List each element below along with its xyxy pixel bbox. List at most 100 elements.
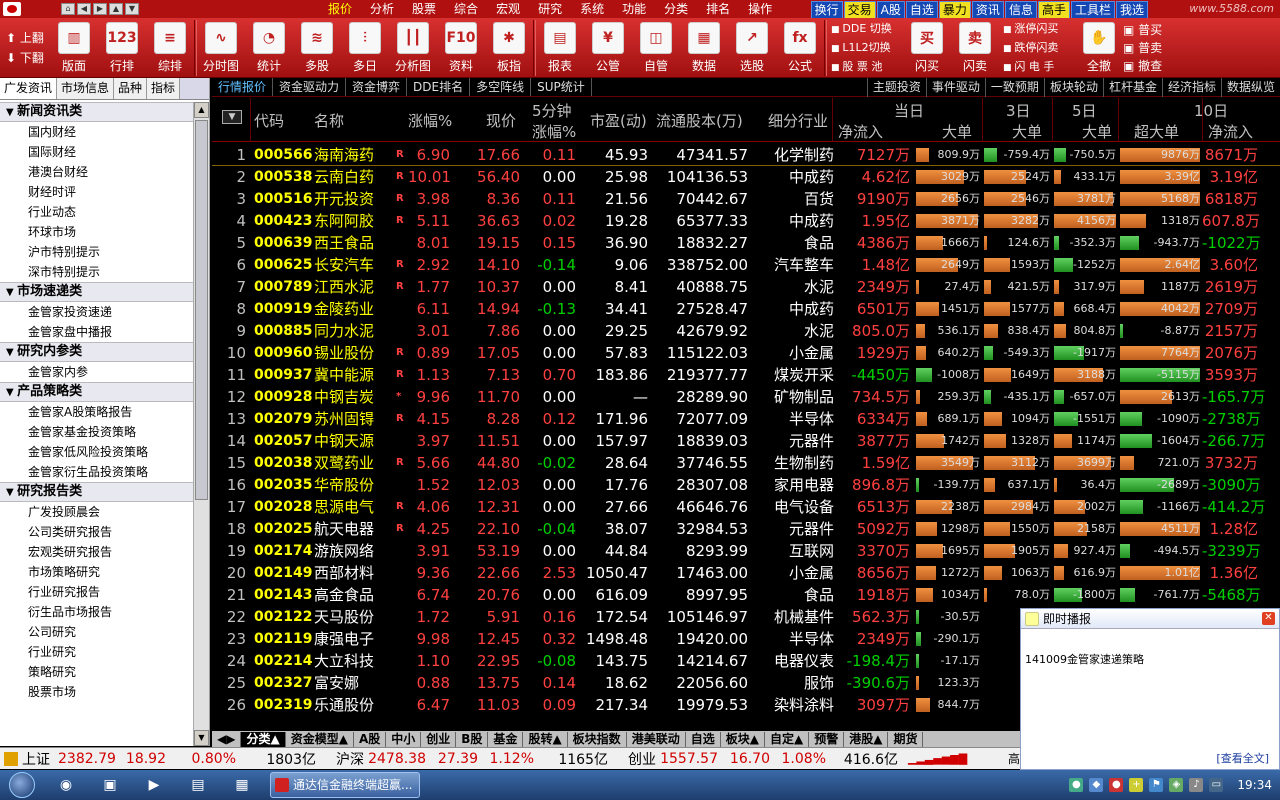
sidebar-section-3[interactable]: 产品策略类 [0, 382, 194, 402]
toolbar-button-统计[interactable]: ◔ 统计 [245, 18, 293, 78]
menu-6[interactable]: 系统 [571, 0, 613, 18]
table-row[interactable]: 12 000928 中钢吉炭 * 9.96 11.70 0.00 — 28289.90 矿物制品 7… [212, 386, 1280, 408]
sidebar-item[interactable]: 财经时评 [0, 182, 194, 202]
table-row[interactable]: 4 000423 东阿阿胶 R 5.11 36.63 0.02 19.28 65377.33 中成… [212, 210, 1280, 232]
app-window-icon[interactable]: ▤ [180, 772, 216, 798]
view-full-link[interactable]: [查看全文] [1216, 750, 1269, 766]
taskbar-app-button[interactable]: 通达信金融终端超赢... [270, 772, 420, 798]
col-superbig[interactable]: 超大单 [1134, 121, 1179, 142]
menu-9[interactable]: 排名 [697, 0, 739, 18]
hs-label[interactable]: 沪深 [316, 749, 364, 769]
sidebar-item[interactable]: 衍生品市场报告 [0, 602, 194, 622]
subtab-5[interactable]: SUP统计 [531, 78, 592, 96]
menu-2[interactable]: 股票 [403, 0, 445, 18]
toolbar-button-分时图[interactable]: ∿ 分时图 [197, 18, 245, 78]
tray-volume-icon[interactable]: ♪ [1189, 778, 1204, 792]
quick-button-1[interactable]: 交易 [843, 1, 876, 19]
toolbar-button-多日[interactable]: ⫶ 多日 [341, 18, 389, 78]
sh-label[interactable]: 上证 [22, 749, 58, 769]
bottom-tab-6[interactable]: 基金 [488, 731, 524, 747]
tab-scroll-icon[interactable]: ◀▶ [212, 731, 242, 747]
sidebar-item[interactable]: 国际财经 [0, 142, 194, 162]
sidebar-item[interactable]: 宏观类研究报告 [0, 542, 194, 562]
dde-option-0[interactable]: DDE 切换 [831, 20, 903, 39]
chart-app-icon[interactable]: ▦ [224, 772, 260, 798]
quick-button-5[interactable]: 资讯 [971, 1, 1004, 19]
menu-7[interactable]: 功能 [613, 0, 655, 18]
table-row[interactable]: 21 002143 高金食品 6.74 20.76 0.00 616.09 8997.95 食品… [212, 584, 1280, 606]
sidebar-item[interactable]: 港澳台财经 [0, 162, 194, 182]
toolbar-button-版面[interactable]: ▥ 版面 [50, 18, 98, 78]
quick-button-6[interactable]: 信息 [1004, 1, 1037, 19]
tray-app-icon[interactable]: ● [1069, 778, 1084, 792]
table-row[interactable]: 11 000937 冀中能源 R 1.13 7.13 0.70 183.86 219377.77… [212, 364, 1280, 386]
subtab-1[interactable]: 资金驱动力 [273, 78, 347, 96]
col-d3big[interactable]: 大单 [1012, 121, 1042, 142]
subtab-right-5[interactable]: 经济指标 [1161, 78, 1221, 97]
sidebar-item[interactable]: 策略研究 [0, 662, 194, 682]
toolbar-button-行排[interactable]: 123 行排 [98, 18, 146, 78]
subtab-right-4[interactable]: 杠杆基金 [1102, 78, 1162, 97]
table-row[interactable]: 15 002038 双鹭药业 R 5.66 44.80 -0.02 28.64 37746.55… [212, 452, 1280, 474]
bottom-tab-8[interactable]: 板块指数 [568, 731, 627, 747]
trade-option-2[interactable]: ▣ 撤查 [1123, 57, 1183, 75]
close-icon[interactable]: ✕ [1262, 612, 1275, 625]
sidebar-section-2[interactable]: 研究内参类 [0, 342, 194, 362]
table-row[interactable]: 14 002057 中钢天源 3.97 11.51 0.00 157.97 18839.03 元… [212, 430, 1280, 452]
header-dropdown-icon[interactable]: ▼ [222, 110, 242, 124]
toolbar-button-多股[interactable]: ≋ 多股 [293, 18, 341, 78]
table-row[interactable]: 13 002079 苏州固锝 R 4.15 8.28 0.12 171.96 72077.09 半… [212, 408, 1280, 430]
sidebar-item[interactable]: 环球市场 [0, 222, 194, 242]
col-big[interactable]: 大单 [942, 121, 972, 142]
toolbar-button-闪卖[interactable]: 卖闪卖 [951, 18, 999, 78]
col-code[interactable]: 代码 [254, 110, 284, 131]
col-pct[interactable]: 涨幅% [408, 110, 452, 131]
quick-button-2[interactable]: A股 [876, 1, 905, 19]
sidebar-item[interactable]: 金管家衍生品投资策略 [0, 462, 194, 482]
table-row[interactable]: 16 002035 华帝股份 1.52 12.03 0.00 17.76 28307.08 家用… [212, 474, 1280, 496]
sidebar-item[interactable]: 金管家盘中播报 [0, 322, 194, 342]
home-icon[interactable]: ⌂ [61, 3, 75, 15]
subtab-right-0[interactable]: 主题投资 [866, 78, 926, 97]
col-name[interactable]: 名称 [314, 110, 344, 131]
page-down-button[interactable]: ⬇ 下翻 [6, 48, 50, 68]
quick-button-8[interactable]: 工具栏 [1070, 1, 1115, 19]
sidebar-scrollbar[interactable]: ▲ ▼ [193, 102, 209, 746]
table-row[interactable]: 19 002174 游族网络 3.91 53.19 0.00 44.84 8293.99 互联网… [212, 540, 1280, 562]
subtab-4[interactable]: 多空阵线 [470, 78, 532, 96]
bottom-tab-15[interactable]: 期货 [888, 731, 924, 747]
sidebar-item[interactable]: 行业研究报告 [0, 582, 194, 602]
table-row[interactable]: 10 000960 锡业股份 R 0.89 17.05 0.00 57.83 115122.03… [212, 342, 1280, 364]
sidebar-item[interactable]: 金管家基金投资策略 [0, 422, 194, 442]
subtab-right-2[interactable]: 一致预期 [984, 78, 1044, 97]
cy-label[interactable]: 创业 [608, 749, 656, 769]
table-row[interactable]: 2 000538 云南白药 R 10.01 56.40 0.00 25.98 104136.53… [212, 166, 1280, 188]
tray-network-icon[interactable]: ◆ [1089, 778, 1104, 792]
table-row[interactable]: 20 002149 西部材料 9.36 22.66 2.53 1050.47 17463.00… [212, 562, 1280, 584]
subtab-right-6[interactable]: 数据纵览 [1220, 78, 1280, 97]
bottom-tab-12[interactable]: 自定▲ [765, 731, 810, 747]
tray-display-icon[interactable]: ▭ [1209, 778, 1224, 792]
table-row[interactable]: 8 000919 金陵药业 6.11 14.94 -0.13 34.41 27528.47 中成… [212, 298, 1280, 320]
table-row[interactable]: 1 000566 海南海药 R 6.90 17.66 0.11 45.93 47341.57 化学… [212, 144, 1280, 166]
toolbar-button-全撤[interactable]: ✋ 全撤 [1075, 18, 1123, 78]
sidebar-section-1[interactable]: 市场速递类 [0, 282, 194, 302]
sidebar-item[interactable]: 行业动态 [0, 202, 194, 222]
toolbar-button-板指[interactable]: ✱ 板指 [485, 18, 533, 78]
toolbar-button-选股[interactable]: ↗ 选股 [728, 18, 776, 78]
menu-3[interactable]: 综合 [445, 0, 487, 18]
sidebar-item[interactable]: 股票市场 [0, 682, 194, 702]
quick-button-7[interactable]: 高手 [1037, 1, 1070, 19]
bottom-tab-5[interactable]: B股 [456, 731, 489, 747]
menu-10[interactable]: 操作 [739, 0, 781, 18]
col-pe[interactable]: 市盈(动) [590, 110, 647, 131]
sidebar-section-4[interactable]: 研究报告类 [0, 482, 194, 502]
scroll-up-icon[interactable]: ▲ [194, 102, 209, 118]
scroll-down-icon[interactable]: ▼ [194, 730, 209, 746]
bottom-tab-4[interactable]: 创业 [421, 731, 457, 747]
col-price[interactable]: 现价 [486, 110, 516, 131]
table-row[interactable]: 3 000516 开元投资 R 3.98 8.36 0.11 21.56 70442.67 百货 9… [212, 188, 1280, 210]
start-button[interactable] [0, 770, 44, 800]
bottom-tab-1[interactable]: 资金模型▲ [286, 731, 354, 747]
tray-antivirus-icon[interactable]: ● [1109, 778, 1124, 792]
